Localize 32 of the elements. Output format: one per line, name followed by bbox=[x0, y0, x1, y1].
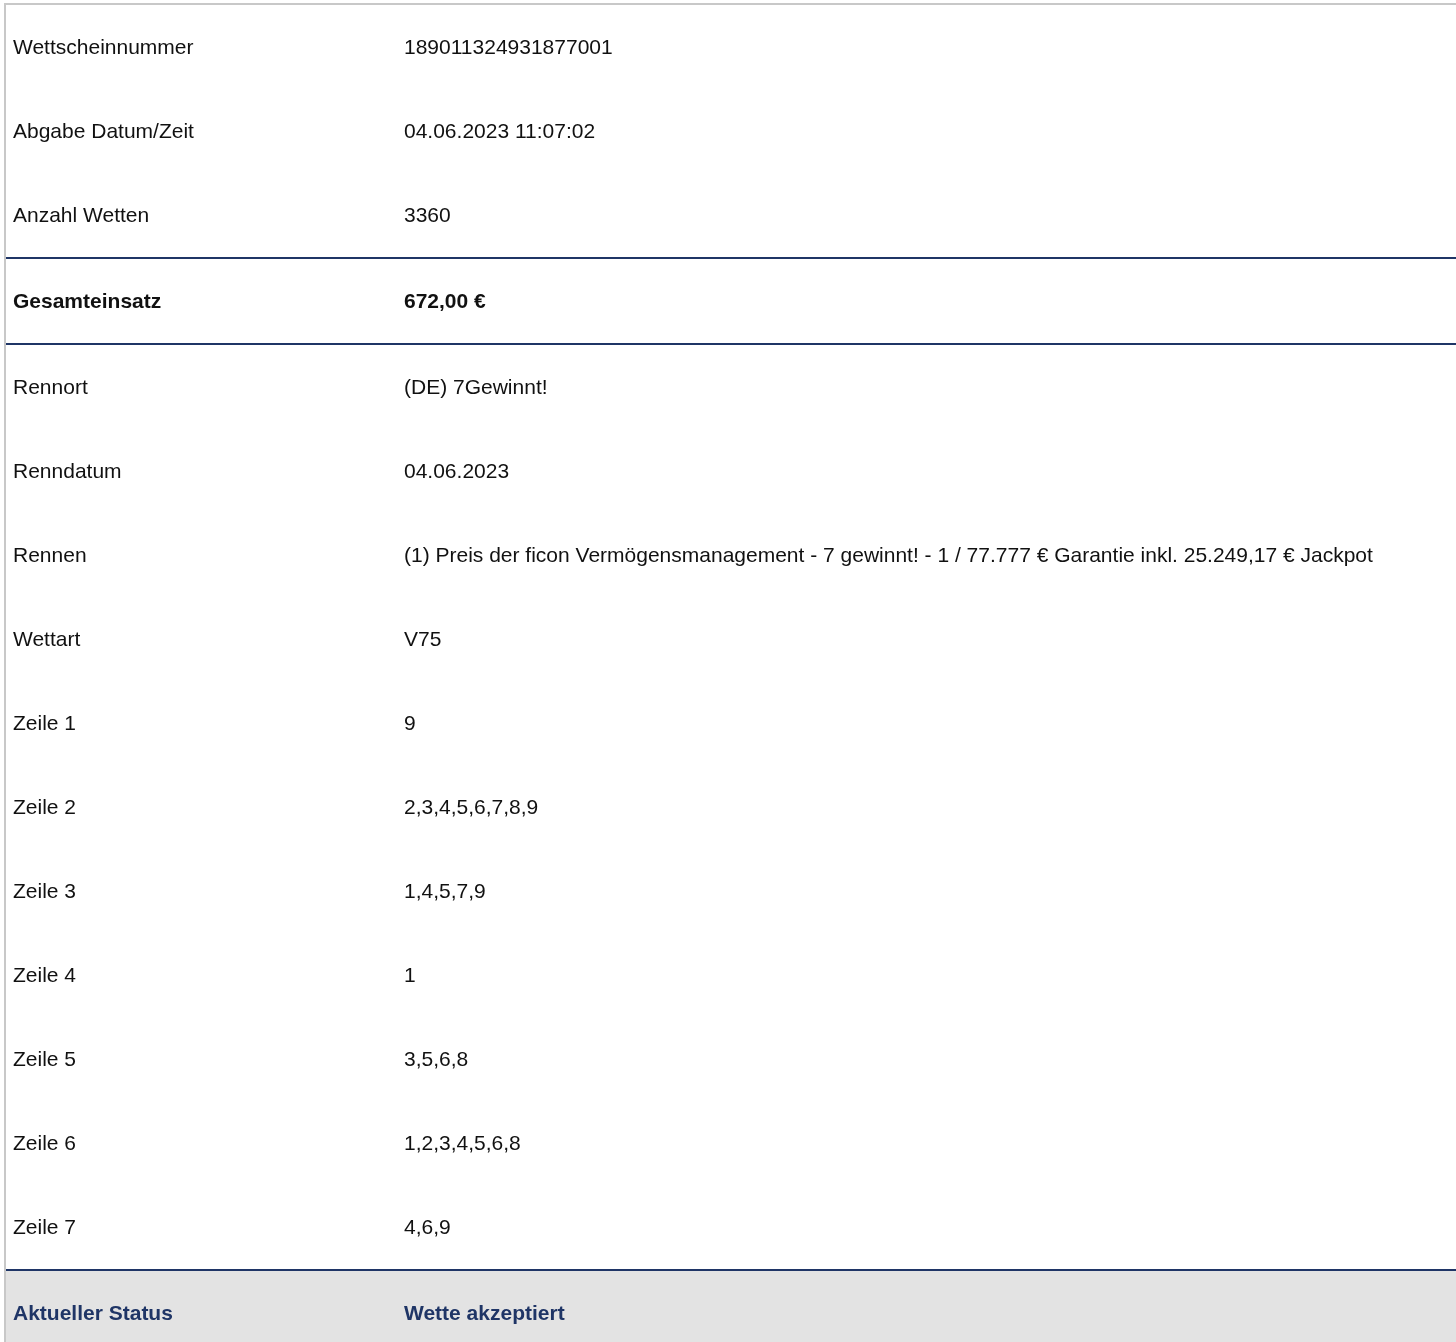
field-value: Wette akzeptiert bbox=[404, 1300, 566, 1326]
field-value: (DE) 7Gewinnt! bbox=[404, 374, 549, 400]
field-value: 04.06.2023 11:07:02 bbox=[404, 118, 597, 144]
field-label: Zeile 6 bbox=[12, 1130, 78, 1156]
field-value: 3360 bbox=[404, 202, 452, 228]
field-label: Wettart bbox=[12, 626, 82, 652]
field-label: Zeile 1 bbox=[12, 710, 78, 736]
field-value: 4,6,9 bbox=[404, 1214, 452, 1240]
field-value: (1) Preis der ficon Vermögensmanagement - 7 gewinnt! - 1 / 77.777 € Garantie inkl. 25.249,17 € Jackpot bbox=[404, 542, 1374, 568]
field-label: Zeile 4 bbox=[12, 962, 78, 988]
field-value: 1,4,5,7,9 bbox=[404, 878, 487, 904]
field-label: Gesamteinsatz bbox=[12, 288, 163, 314]
field-label: Zeile 5 bbox=[12, 1046, 78, 1072]
field-label: Zeile 7 bbox=[12, 1214, 78, 1240]
field-label: Zeile 3 bbox=[12, 878, 78, 904]
field-value: 1,2,3,4,5,6,8 bbox=[404, 1130, 522, 1156]
field-label: Anzahl Wetten bbox=[12, 202, 151, 228]
field-label: Zeile 2 bbox=[12, 794, 78, 820]
field-value: 189011324931877001 bbox=[404, 34, 614, 60]
field-value: 04.06.2023 bbox=[404, 458, 511, 484]
field-label: Abgabe Datum/Zeit bbox=[12, 118, 195, 144]
field-value: 2,3,4,5,6,7,8,9 bbox=[404, 794, 540, 820]
field-value: V75 bbox=[404, 626, 443, 652]
field-label: Rennort bbox=[12, 374, 89, 400]
field-value: 9 bbox=[404, 710, 417, 736]
field-label: Renndatum bbox=[12, 458, 123, 484]
field-value: 672,00 € bbox=[404, 288, 487, 314]
field-label: Aktueller Status bbox=[12, 1300, 174, 1326]
field-label: Rennen bbox=[12, 542, 88, 568]
field-value: 1 bbox=[404, 962, 417, 988]
field-label: Wettscheinnummer bbox=[12, 34, 195, 60]
field-value: 3,5,6,8 bbox=[404, 1046, 470, 1072]
